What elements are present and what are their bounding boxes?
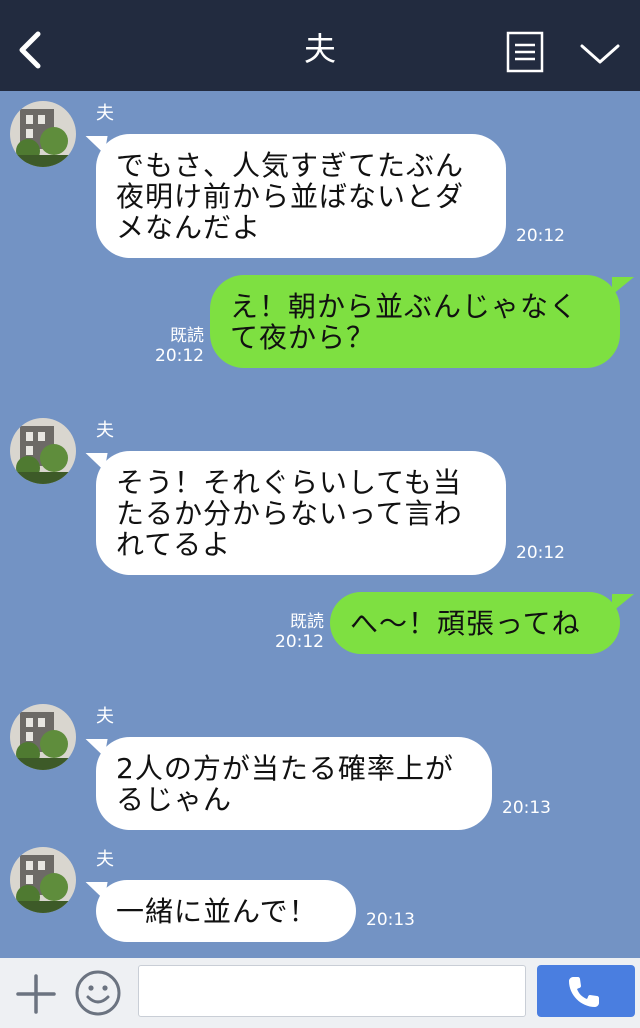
sender-name: 夫 xyxy=(96,420,114,441)
avatar-photo xyxy=(10,704,76,770)
read-receipt: 既読 xyxy=(170,326,204,346)
message-composer xyxy=(0,958,640,1028)
message-text: 2人の方が当たる確率上が るじゃん xyxy=(116,751,454,816)
message-input[interactable] xyxy=(138,965,526,1017)
message-bubble[interactable]: え！朝から並ぶんじゃなく て夜から？ xyxy=(210,275,634,368)
call-button[interactable] xyxy=(537,965,635,1017)
menu-button[interactable] xyxy=(578,38,622,68)
read-receipt: 既読 xyxy=(290,612,324,632)
message-text: へ〜！頑張ってね xyxy=(350,606,581,640)
chevron-down-icon xyxy=(580,44,620,64)
avatar[interactable] xyxy=(10,418,76,484)
plus-icon xyxy=(16,974,56,1014)
message-time: 20:12 xyxy=(275,632,324,652)
message-text: そう！それぐらいしても当 たるか分からないって言わ れてるよ xyxy=(116,465,463,561)
notes-button[interactable] xyxy=(505,30,545,74)
sender-name: 夫 xyxy=(96,706,114,727)
avatar-photo xyxy=(10,847,76,913)
message-bubble[interactable]: へ〜！頑張ってね xyxy=(330,592,634,654)
avatar-photo xyxy=(10,101,76,167)
avatar[interactable] xyxy=(10,704,76,770)
message-bubble[interactable]: 2人の方が当たる確率上が るじゃん xyxy=(96,737,492,830)
message-time: 20:12 xyxy=(516,226,565,246)
message-text: 一緒に並んで！ xyxy=(116,894,318,928)
avatar-photo xyxy=(10,418,76,484)
message-time: 20:12 xyxy=(516,543,565,563)
chat-header: 夫 xyxy=(0,0,640,91)
message-time: 20:13 xyxy=(502,798,551,818)
message-time: 20:13 xyxy=(366,910,415,930)
sender-name: 夫 xyxy=(96,103,114,124)
avatar[interactable] xyxy=(10,101,76,167)
emoji-button[interactable] xyxy=(74,969,122,1017)
message-text: え！朝から並ぶんじゃなく て夜から？ xyxy=(230,289,579,354)
add-button[interactable] xyxy=(14,972,58,1016)
chat-title: 夫 xyxy=(303,30,336,68)
emoji-icon xyxy=(75,970,121,1016)
avatar[interactable] xyxy=(10,847,76,913)
sender-name: 夫 xyxy=(96,849,114,870)
message-bubble[interactable]: 一緒に並んで！ xyxy=(96,880,356,942)
message-text: でもさ、人気すぎてたぶん 夜明け前から並ばないとダ メなんだよ xyxy=(116,148,465,244)
message-bubble[interactable]: そう！それぐらいしても当 たるか分からないって言わ れてるよ xyxy=(96,451,506,575)
message-list[interactable]: 夫 でもさ、人気すぎてたぶん 夜明け前から並ばないとダ メなんだよ 20:12 … xyxy=(0,91,640,958)
phone-icon xyxy=(569,977,599,1007)
message-bubble[interactable]: でもさ、人気すぎてたぶん 夜明け前から並ばないとダ メなんだよ xyxy=(96,134,506,258)
back-button[interactable] xyxy=(14,28,48,72)
notes-icon xyxy=(506,31,544,73)
message-time: 20:12 xyxy=(155,346,204,366)
chevron-left-icon xyxy=(19,31,41,69)
